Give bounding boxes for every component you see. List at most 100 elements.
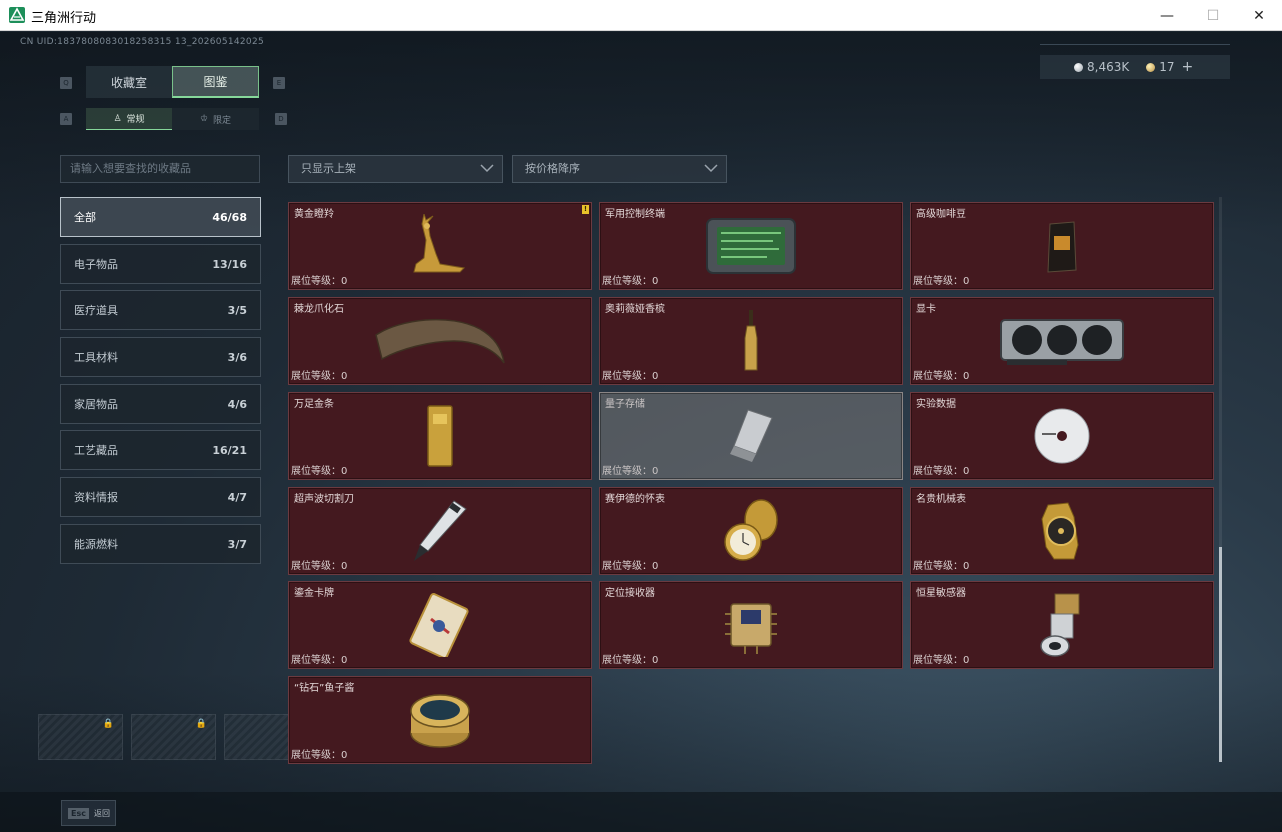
search-input[interactable]: 请输入想要查找的收藏品 (60, 155, 260, 183)
item-level: 展位等级：0 (291, 276, 348, 287)
shelf-filter-label: 只显示上架 (301, 162, 356, 175)
item-card[interactable]: 奥莉薇娅香槟 展位等级：0 (599, 297, 903, 385)
item-name: 奥莉薇娅香槟 (605, 304, 665, 315)
item-card[interactable]: “钻石”鱼子酱 展位等级：0 (288, 676, 592, 764)
item-name: “钻石”鱼子酱 (294, 683, 355, 694)
maximize-button[interactable]: ☐ (1190, 0, 1236, 31)
category-label: 工艺藏品 (74, 444, 118, 457)
game-stage: CN UID:1837808083018258315 13_2026051420… (0, 32, 1282, 832)
item-card[interactable]: 量子存储 展位等级：0 (599, 392, 903, 480)
new-badge: ! (582, 205, 589, 214)
category-intel[interactable]: 资料情报 4/7 (60, 477, 261, 517)
tab-collection-room[interactable]: 收藏室 (86, 66, 172, 98)
shelf-filter-dropdown[interactable]: 只显示上架 (288, 155, 503, 183)
key-hint-q: Q (60, 77, 72, 89)
terminal-icon (706, 218, 796, 274)
item-name: 高级咖啡豆 (916, 209, 966, 220)
coffee-bag-icon (1047, 221, 1077, 273)
back-button[interactable]: Esc 返回 (61, 800, 116, 826)
item-card[interactable]: 高级咖啡豆 展位等级：0 (910, 202, 1214, 290)
limited-tab-icon: ♔ (199, 114, 209, 124)
item-card[interactable]: 恒星敏感器 展位等级：0 (910, 581, 1214, 669)
item-card[interactable]: 万足金条 展位等级：0 (288, 392, 592, 480)
normal-tab-icon: ♙ (113, 113, 122, 124)
chevron-down-icon (480, 164, 494, 173)
item-level: 展位等级：0 (602, 655, 659, 666)
category-label: 电子物品 (74, 258, 118, 271)
lock-icon: 🔒 (195, 719, 207, 729)
item-name: 量子存储 (605, 399, 645, 410)
item-level: 展位等级：0 (291, 371, 348, 382)
item-card[interactable]: 军用控制终端 展位等级：0 (599, 202, 903, 290)
bottom-bar (0, 792, 1282, 832)
category-count: 16/21 (212, 443, 247, 457)
item-card[interactable]: 实验数据 展位等级：0 (910, 392, 1214, 480)
sort-dropdown[interactable]: 按价格降序 (512, 155, 727, 183)
grid-scrollbar[interactable] (1219, 197, 1222, 762)
category-home[interactable]: 家居物品 4/6 (60, 384, 261, 424)
item-card[interactable]: 棘龙爪化石 展位等级：0 (288, 297, 592, 385)
currency-bar: 8,463K 17 + (1040, 55, 1230, 79)
item-name: 恒星敏感器 (916, 588, 966, 599)
item-card[interactable]: 显卡 展位等级：0 (910, 297, 1214, 385)
gpu-icon (1000, 319, 1124, 365)
item-card[interactable]: 赛伊德的怀表 展位等级：0 (599, 487, 903, 575)
tab-limited[interactable]: ♔ 限定 (172, 108, 259, 130)
tab-normal[interactable]: ♙ 常规 (86, 108, 172, 130)
gazelle-icon (413, 214, 466, 273)
close-button[interactable]: ✕ (1236, 0, 1282, 31)
locked-slot: 🔒 (131, 714, 216, 760)
gold-coin-icon (1146, 62, 1156, 72)
item-card[interactable]: 黄金瞪羚 ! 展位等级：0 (288, 202, 592, 290)
item-card[interactable]: 鎏金卡牌 展位等级：0 (288, 581, 592, 669)
category-energy[interactable]: 能源燃料 3/7 (60, 524, 261, 564)
item-level: 展位等级：0 (913, 466, 970, 477)
locked-slot: 🔒 (38, 714, 123, 760)
item-card[interactable]: 名贵机械表 展位等级：0 (910, 487, 1214, 575)
key-hint-a: A (60, 113, 72, 125)
item-level: 展位等级：0 (602, 466, 659, 477)
category-medical[interactable]: 医疗道具 3/5 (60, 290, 261, 330)
category-label: 资料情报 (74, 491, 118, 504)
category-all[interactable]: 全部 46/68 (60, 197, 261, 237)
item-level: 展位等级：0 (602, 276, 659, 287)
top-divider (1040, 44, 1230, 45)
category-label: 医疗道具 (74, 304, 118, 317)
scroll-thumb[interactable] (1219, 547, 1222, 762)
minimize-button[interactable]: — (1144, 0, 1190, 31)
card-icon (409, 593, 469, 657)
item-level: 展位等级：0 (913, 561, 970, 572)
tab-normal-label: 常规 (126, 115, 145, 125)
category-label: 全部 (74, 211, 96, 224)
category-label: 能源燃料 (74, 538, 118, 551)
chevron-down-icon (704, 164, 718, 173)
back-label: 返回 (93, 808, 110, 818)
item-name: 显卡 (916, 304, 936, 315)
lock-icon: 🔒 (102, 719, 114, 729)
esc-key-hint: Esc (68, 807, 89, 819)
category-crafts[interactable]: 工艺藏品 16/21 (60, 430, 261, 470)
uid-text: CN UID:1837808083018258315 13_2026051420… (20, 37, 265, 47)
item-level: 展位等级：0 (602, 371, 659, 382)
item-name: 万足金条 (294, 399, 334, 410)
category-electronics[interactable]: 电子物品 13/16 (60, 244, 261, 284)
item-name: 名贵机械表 (916, 494, 966, 505)
category-label: 家居物品 (74, 398, 118, 411)
item-name: 军用控制终端 (605, 209, 665, 220)
category-count: 3/7 (227, 537, 247, 551)
tab-album[interactable]: 图鉴 (172, 66, 259, 98)
item-name: 定位接收器 (605, 588, 655, 599)
item-card[interactable]: 超声波切割刀 展位等级：0 (288, 487, 592, 575)
add-currency-button[interactable]: + (1182, 59, 1194, 75)
item-level: 展位等级：0 (913, 276, 970, 287)
item-name: 赛伊德的怀表 (605, 494, 665, 505)
silver-coin-icon (1074, 62, 1083, 72)
usb-drive-icon (730, 409, 773, 462)
key-hint-e: E (273, 77, 285, 89)
caviar-tin-icon (410, 694, 470, 748)
category-tools[interactable]: 工具材料 3/6 (60, 337, 261, 377)
category-count: 46/68 (212, 210, 247, 224)
silver-amount: 8,463K (1087, 60, 1130, 74)
tab-limited-label: 限定 (213, 115, 232, 126)
item-card[interactable]: 定位接收器 展位等级：0 (599, 581, 903, 669)
